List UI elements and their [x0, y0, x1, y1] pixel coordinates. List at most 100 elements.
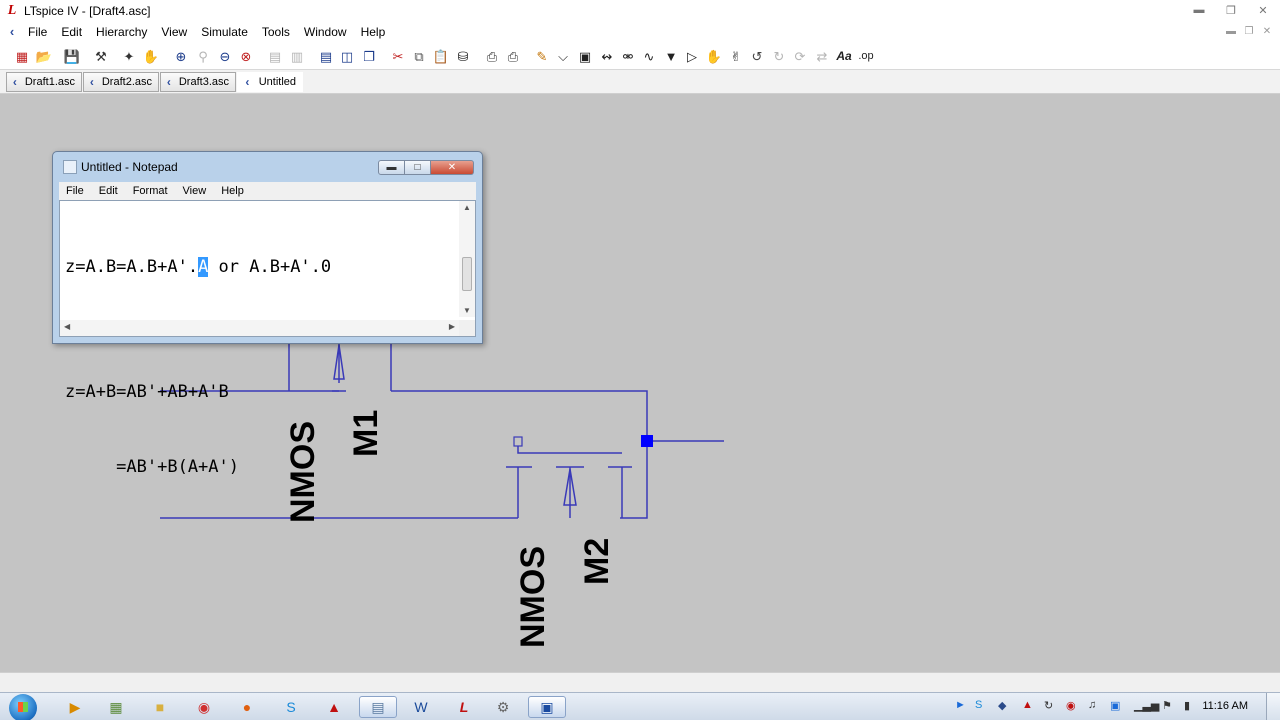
restore-button[interactable]: ❐ [1218, 2, 1244, 18]
media-player-icon[interactable]: ▶ [56, 696, 94, 718]
tray-skype-icon[interactable]: S [975, 699, 982, 711]
tray-sync-icon[interactable]: ↻ [1044, 699, 1053, 712]
menu-simulate[interactable]: Simulate [201, 25, 248, 39]
skype-icon[interactable]: S [272, 696, 310, 718]
tab-draft1[interactable]: ‹ Draft1.asc [6, 72, 82, 92]
menu-file[interactable]: File [28, 25, 47, 39]
taskbar-clock[interactable]: 11:16 AM [1202, 700, 1248, 712]
copy-icon[interactable]: ⧉ [409, 46, 429, 66]
tab-untitled[interactable]: ‹ Untitled [237, 72, 303, 92]
zoom-area-icon[interactable]: ⚲ [193, 46, 213, 66]
save-icon[interactable]: 💾 [62, 46, 82, 66]
notepad-menu-help[interactable]: Help [221, 185, 244, 197]
tray-antivirus-icon[interactable]: ◉ [1066, 699, 1076, 712]
cut-icon[interactable]: ✂ [388, 46, 408, 66]
tile-horizontal-icon[interactable]: ▤ [316, 46, 336, 66]
wire-top-right[interactable] [391, 390, 648, 519]
notepad-menu-format[interactable]: Format [133, 185, 168, 197]
print-setup-icon[interactable]: ⎙ [482, 46, 502, 66]
notepad-horizontal-scrollbar[interactable]: ◀ ▶ [60, 320, 459, 336]
diode-icon[interactable]: ▼ [661, 46, 681, 66]
open-icon[interactable]: 📂 [34, 46, 54, 66]
folder-icon[interactable]: ■ [141, 696, 179, 718]
text-icon[interactable]: Aa [834, 46, 854, 66]
run-icon[interactable]: ✦ [119, 46, 139, 66]
notepad-close-button[interactable]: ✕ [431, 160, 474, 175]
notepad-icon[interactable]: ▤ [359, 696, 397, 718]
word-icon[interactable]: W [402, 696, 440, 718]
notepad-title-bar[interactable]: Untitled - Notepad ▬ □ ✕ [53, 152, 482, 182]
show-desktop-button[interactable] [1266, 693, 1280, 720]
tray-network-icon[interactable]: ► [955, 699, 966, 711]
resistor-icon[interactable]: ↭ [597, 46, 617, 66]
notepad-menu-view[interactable]: View [183, 185, 207, 197]
menu-edit[interactable]: Edit [61, 25, 82, 39]
zoom-in-icon[interactable]: ⊕ [171, 46, 191, 66]
notepad-text-area[interactable]: z=A.B=A.B+A'.A or A.B+A'.0 z=A+B=AB'+AB+… [59, 200, 476, 477]
move-icon[interactable]: ✋ [704, 46, 724, 66]
notepad-window[interactable]: Untitled - Notepad ▬ □ ✕ File Edit Forma… [52, 151, 483, 477]
m2-gate-pin[interactable] [513, 436, 523, 447]
minimize-button[interactable]: ▬ [1186, 2, 1212, 18]
start-button[interactable] [9, 694, 37, 720]
redo-icon[interactable]: ↻ [769, 46, 789, 66]
halt-icon[interactable]: ✋ [141, 46, 161, 66]
tray-action-center-icon[interactable]: ⚑ [1162, 699, 1172, 712]
rotate-icon[interactable]: ⟳ [790, 46, 810, 66]
zoom-fit-icon[interactable]: ⊗ [236, 46, 256, 66]
notepad-minimize-button[interactable]: ▬ [378, 160, 405, 175]
explorer-icon[interactable]: ▦ [97, 696, 135, 718]
scroll-right-arrow-icon[interactable]: ▶ [449, 322, 455, 331]
print-icon[interactable]: ⎙ [503, 46, 523, 66]
notepad-menu-edit[interactable]: Edit [99, 185, 118, 197]
scroll-thumb[interactable] [462, 257, 472, 291]
undo-icon[interactable]: ↺ [747, 46, 767, 66]
menu-hierarchy[interactable]: Hierarchy [96, 25, 147, 39]
notepad-size-grip[interactable] [459, 320, 475, 336]
doc-minimize-button[interactable]: ▬ [1224, 24, 1238, 38]
ltspice-icon[interactable]: L [445, 696, 483, 718]
cascade-icon[interactable]: ❐ [359, 46, 379, 66]
label-net-icon[interactable]: ▣ [575, 46, 595, 66]
notepad-maximize-button[interactable]: □ [405, 160, 431, 175]
menu-view[interactable]: View [161, 25, 187, 39]
spice-directive-icon[interactable]: .op [856, 46, 876, 66]
nmos-m2-symbol[interactable] [506, 466, 632, 518]
zoom-out-icon[interactable]: ⊖ [215, 46, 235, 66]
nmos-m1-symbol[interactable] [332, 343, 346, 392]
close-button[interactable]: ✕ [1250, 2, 1276, 18]
tray-power-icon[interactable]: ▮ [1184, 699, 1190, 712]
scroll-down-arrow-icon[interactable]: ▼ [459, 306, 475, 315]
paste-icon[interactable]: 📋 [431, 46, 451, 66]
inductor-icon[interactable]: ∿ [639, 46, 659, 66]
output-node[interactable] [641, 435, 653, 447]
tray-signal-icon[interactable]: ▁▃▅ [1134, 699, 1159, 712]
doc-close-button[interactable]: ✕ [1260, 24, 1274, 38]
scroll-left-arrow-icon[interactable]: ◀ [64, 322, 70, 331]
capacitor-icon[interactable]: ⚮ [618, 46, 638, 66]
tab-draft3[interactable]: ‹ Draft3.asc [160, 72, 236, 92]
tray-acrobat-icon[interactable]: ▲ [1022, 699, 1033, 711]
tray-bluetooth-icon[interactable]: ◆ [998, 699, 1006, 712]
find-icon[interactable]: ⛁ [453, 46, 473, 66]
menu-help[interactable]: Help [361, 25, 386, 39]
acrobat-icon[interactable]: ▲ [315, 696, 353, 718]
document-system-icon[interactable]: ‹ [4, 24, 20, 40]
tray-display-icon[interactable]: ▣ [1110, 699, 1120, 712]
zoom-back-icon[interactable]: ▥ [287, 46, 307, 66]
tray-volume-icon[interactable]: ♫ [1088, 699, 1096, 711]
tile-vertical-icon[interactable]: ◫ [337, 46, 357, 66]
firefox-icon[interactable]: ● [228, 696, 266, 718]
scroll-up-arrow-icon[interactable]: ▲ [459, 203, 475, 212]
wire-m2-gate-top[interactable] [517, 446, 622, 454]
menu-tools[interactable]: Tools [262, 25, 290, 39]
menu-window[interactable]: Window [304, 25, 347, 39]
tab-draft2[interactable]: ‹ Draft2.asc [83, 72, 159, 92]
new-schematic-icon[interactable]: ▦ [12, 46, 32, 66]
drag-icon[interactable]: ✌ [726, 46, 746, 66]
mirror-icon[interactable]: ⇄ [812, 46, 832, 66]
wire-icon[interactable]: ✎ [532, 46, 552, 66]
tools-icon[interactable]: ⚙ [484, 696, 522, 718]
component-icon[interactable]: ▷ [682, 46, 702, 66]
autorange-icon[interactable]: ▤ [265, 46, 285, 66]
